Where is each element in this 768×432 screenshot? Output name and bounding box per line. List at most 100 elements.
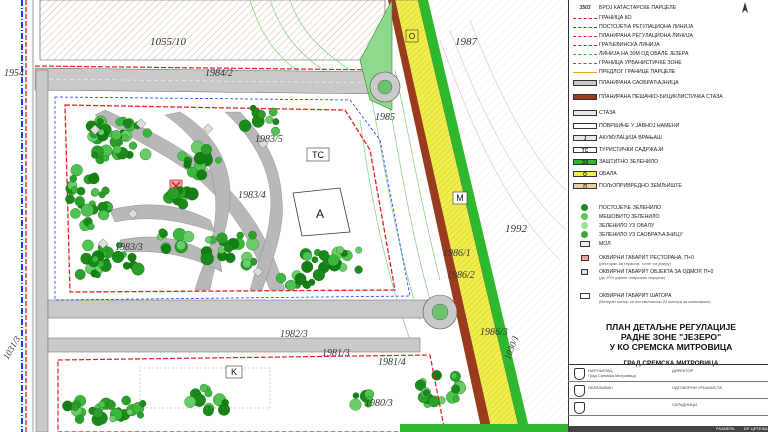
legend-item: ПЛАНИРАНА САОБРАЋАЈНИЦА <box>573 77 765 89</box>
tree-icon <box>450 372 458 380</box>
tree-icon <box>70 164 83 177</box>
tree-icon <box>200 251 214 266</box>
legend-label: ПЛАНИРАНА САОБРАЋАЈНИЦА <box>599 80 679 86</box>
legend-symbol <box>580 293 590 299</box>
legend-label: ПРЕДЛОГ ГРАНИЦЕ ПАРЦЕЛЕ <box>599 69 676 75</box>
title-block: ПЛАН ДЕТАЉНЕ РЕГУЛАЦИЈЕ РАДНЕ ЗОНЕ "ЈЕЗЕ… <box>578 322 764 367</box>
tree-icon <box>238 119 252 132</box>
info-row: САРАДНИЦИ <box>568 399 768 416</box>
zone-label-tc: TC <box>312 150 324 160</box>
tree-icon <box>70 186 79 194</box>
tree-icon <box>312 268 325 282</box>
parcel-1055-10-area <box>39 0 386 61</box>
tree-icon <box>91 188 100 197</box>
tree-icon <box>98 400 106 409</box>
sheet-label: БР. ЦРТЕЖА <box>744 426 768 431</box>
legend-symbol <box>581 269 588 275</box>
legend-label: БРОЈ КАТАСТАРСКЕ ПАРЦЕЛЕ <box>599 5 677 11</box>
tree-icon <box>355 246 363 254</box>
tree-icon <box>185 187 199 201</box>
tree-icon <box>265 115 274 124</box>
tree-icon <box>80 203 94 217</box>
tree-icon <box>217 246 225 254</box>
tree-icon <box>336 246 344 254</box>
legend-item: П ПОЉОПРИВРЕДНО ЗЕМЉИШТЕ <box>573 180 765 192</box>
tree-icon <box>122 118 132 129</box>
parcel-label: 1981/3 <box>322 348 350 359</box>
tree-icon <box>451 384 461 394</box>
tree-icon <box>70 208 81 219</box>
planned-road-left <box>35 69 49 432</box>
tree-icon <box>92 408 103 419</box>
tree-icon <box>205 236 212 244</box>
tree-icon <box>184 396 197 408</box>
tree-icon <box>422 389 430 397</box>
regulation-plan-map[interactable]: TC A M K O 1055/10 1987 1954 1984/2 1985… <box>0 0 568 432</box>
legend-symbol: ЗЗ <box>573 159 597 166</box>
tree-icon <box>218 403 230 416</box>
tree-icon <box>303 281 311 289</box>
legend-item: ОКВИРНИ ГАБАРИТ РЕСТОРАНА, П+0 (ресторан … <box>573 252 765 266</box>
north-arrow-icon <box>728 1 762 15</box>
tree-icon <box>202 405 214 417</box>
parcel-label: 1982/3 <box>280 329 308 340</box>
tree-icon <box>177 198 189 210</box>
legend-symbol <box>573 18 597 19</box>
tree-icon <box>121 134 129 142</box>
tree-icon <box>216 232 228 244</box>
tree-icon <box>158 228 167 236</box>
tree-icon <box>131 262 145 276</box>
tree-icon <box>215 157 222 164</box>
info-value: Град Сремска Митровица <box>588 373 636 378</box>
zone-label-o: O <box>409 32 415 41</box>
tree-icon <box>127 252 137 262</box>
tree-icon <box>94 271 101 279</box>
tree-icon <box>183 160 192 169</box>
legend-symbol <box>573 72 597 73</box>
tree-icon <box>91 151 99 159</box>
legend-item: ОКВИРНИ ГАБАРИТ ОБЈЕКТА ЗА ОДМОР, П+0 (до… <box>573 266 765 280</box>
scale-bar: РАЗМЕРА БР. ЦРТЕЖА <box>568 426 768 432</box>
tree-icon <box>242 259 252 269</box>
parcel-label: 1981/4 <box>378 357 406 368</box>
legend-label: МОЛ <box>599 241 611 247</box>
tree-icon <box>115 117 124 127</box>
parcel-label: 1055/10 <box>150 36 187 48</box>
legend-item: Ј АКУМУЛАЦИЈА ВРАЊАШ <box>573 132 765 144</box>
tree-icon <box>200 144 212 156</box>
legend-symbol <box>573 123 597 129</box>
tree-icon <box>248 230 257 240</box>
legend-symbol <box>573 63 597 64</box>
tree-icon <box>327 254 340 267</box>
tree-icon <box>74 414 85 424</box>
legend-symbol: П <box>573 183 597 190</box>
parcel-label: 1985 <box>375 112 395 123</box>
tree-icon <box>236 231 244 240</box>
legend-symbol <box>581 213 588 220</box>
info-label: САРАДНИЦИ <box>672 402 697 407</box>
parcel-label: 1984/2 <box>205 68 233 79</box>
legend-symbol <box>581 222 588 229</box>
tree-icon <box>96 118 104 125</box>
tree-icon <box>349 398 362 411</box>
legend-symbol: Ј <box>573 135 597 142</box>
legend-symbol <box>573 36 597 37</box>
legend-symbol <box>580 241 590 247</box>
coat-of-arms-icon <box>574 368 585 380</box>
coat-of-arms-icon <box>574 385 585 397</box>
legend-symbol <box>573 54 597 55</box>
legend-symbol <box>581 231 588 238</box>
legend-symbol: ТС <box>573 147 597 154</box>
legend-label: ЗАШТИТНО ЗЕЛЕНИЛО <box>599 159 659 165</box>
parcel-label: 1980/3 <box>365 398 393 409</box>
tree-icon <box>176 240 186 251</box>
tree-icon <box>74 196 85 207</box>
info-row: НАРУЧИЛАЦ Град Сремска Митровица ДИРЕКТОР <box>568 365 768 382</box>
legend-item: МОЛ <box>573 238 765 250</box>
tree-icon <box>112 145 122 154</box>
tree-icon <box>142 128 152 138</box>
legend-symbol <box>581 255 589 261</box>
tree-icon <box>62 400 73 412</box>
legend-item: ЗЗ ЗАШТИТНО ЗЕЛЕНИЛО <box>573 156 765 168</box>
title-line-3: У КО СРЕМСКА МИТРОВИЦА <box>609 342 733 352</box>
